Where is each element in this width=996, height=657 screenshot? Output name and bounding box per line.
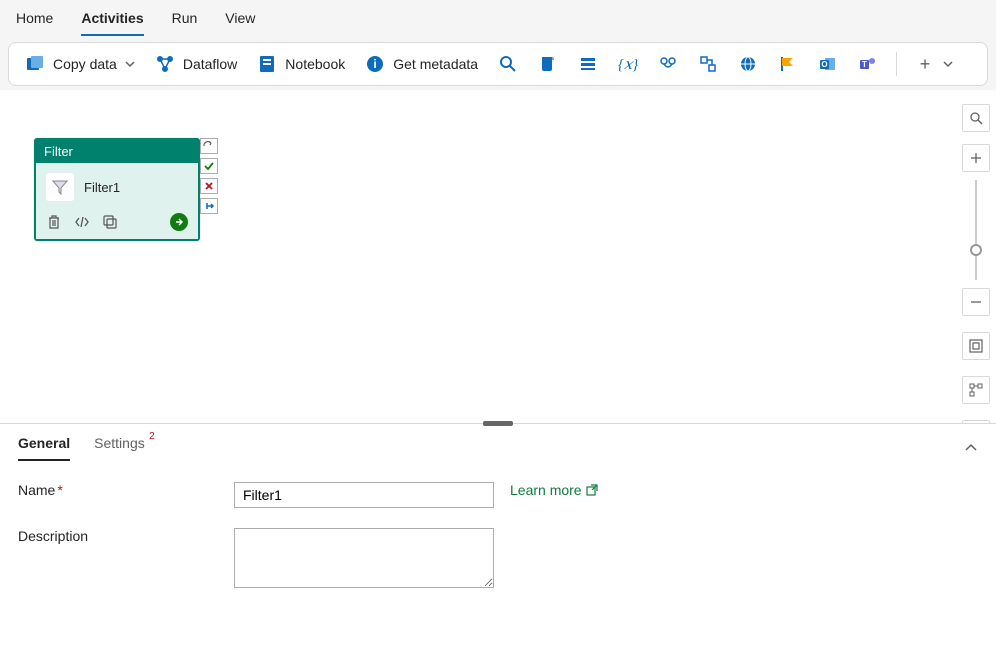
description-row: Description [18,528,978,588]
invoke-icon [698,54,718,74]
zoom-handle[interactable] [970,244,982,256]
dataflow-button[interactable]: Dataflow [147,48,245,80]
learn-more-label: Learn more [510,482,582,498]
filter-icon [46,173,74,201]
description-label: Description [18,528,218,544]
notebook-label: Notebook [285,56,345,72]
script-icon [538,54,558,74]
foreach-tool[interactable] [650,48,686,80]
tab-settings[interactable]: Settings 2 [94,435,145,461]
lookup-tool[interactable] [490,48,526,80]
activity-footer [36,207,198,239]
name-row: Name* Learn more [18,482,978,508]
outlook-icon: O [818,54,838,74]
nav-home[interactable]: Home [16,10,53,36]
chevron-down-icon [125,59,135,69]
pipeline-canvas[interactable]: Filter Filter1 [0,90,996,423]
connector-completion[interactable] [200,198,218,214]
top-nav: Home Activities Run View [0,0,996,36]
teams-icon: T [858,54,878,74]
properties-tabs: General Settings 2 [0,424,996,464]
connector-skip[interactable] [200,138,218,154]
invoke-proc-tool[interactable] [690,48,726,80]
panel-resize-handle[interactable] [483,421,513,426]
description-input[interactable] [234,528,494,588]
connector-success[interactable] [200,158,218,174]
activity-connectors [200,138,218,214]
activity-type-label: Filter [36,140,198,163]
nav-activities[interactable]: Activities [81,10,143,36]
search-icon [498,54,518,74]
chevron-down-icon [943,59,953,69]
loop-icon [658,54,678,74]
set-variable-tool[interactable]: {𝑥} [610,48,646,80]
code-icon[interactable] [74,214,90,230]
notebook-button[interactable]: Notebook [249,48,353,80]
nav-view[interactable]: View [225,10,255,36]
teams-tool[interactable]: T [850,48,886,80]
list-icon [578,54,598,74]
dataflow-label: Dataflow [183,56,237,72]
variable-icon: {𝑥} [618,54,638,74]
copy-data-icon [25,54,45,74]
copy-icon[interactable] [102,214,118,230]
nav-run[interactable]: Run [172,10,198,36]
delete-icon[interactable] [46,214,62,230]
svg-text:T: T [862,60,867,69]
add-activity-button[interactable]: + [907,48,961,80]
svg-text:O: O [821,60,827,69]
copy-data-button[interactable]: Copy data [17,48,143,80]
functions-tool[interactable] [770,48,806,80]
notebook-icon [257,54,277,74]
info-icon: i [365,54,385,74]
name-input[interactable] [234,482,494,508]
zoom-fit-button[interactable] [962,332,990,360]
stored-proc-tool[interactable] [570,48,606,80]
filter-activity[interactable]: Filter Filter1 [34,138,200,241]
zoom-out-button[interactable] [962,288,990,316]
tab-general[interactable]: General [18,435,70,461]
properties-form: Name* Learn more Description [0,464,996,606]
globe-icon [738,54,758,74]
auto-align-button[interactable] [962,376,990,404]
connector-fail[interactable] [200,178,218,194]
copy-data-label: Copy data [53,56,117,72]
script-tool[interactable] [530,48,566,80]
toolbar: Copy data Dataflow Notebook i Get metada… [8,42,988,86]
external-link-icon [586,484,598,496]
zoom-slider[interactable] [975,180,977,280]
dataflow-icon [155,54,175,74]
svg-text:i: i [374,57,377,71]
get-metadata-button[interactable]: i Get metadata [357,48,486,80]
activity-body: Filter1 [36,163,198,207]
learn-more-link[interactable]: Learn more [510,482,598,498]
zoom-in-button[interactable] [962,144,990,172]
toolbar-separator [896,52,897,76]
plus-icon: + [915,54,935,74]
properties-panel: General Settings 2 Name* Learn more Desc… [0,423,996,657]
get-metadata-label: Get metadata [393,56,478,72]
office365-tool[interactable]: O [810,48,846,80]
activity-name-label: Filter1 [84,180,120,195]
tab-settings-label: Settings [94,435,145,451]
canvas-search-button[interactable] [962,104,990,132]
canvas-tools [962,104,990,423]
name-label: Name* [18,482,218,498]
flag-icon [778,54,798,74]
collapse-panel-button[interactable] [964,441,978,455]
run-icon[interactable] [170,213,188,231]
tab-settings-badge: 2 [149,431,155,442]
web-tool[interactable] [730,48,766,80]
